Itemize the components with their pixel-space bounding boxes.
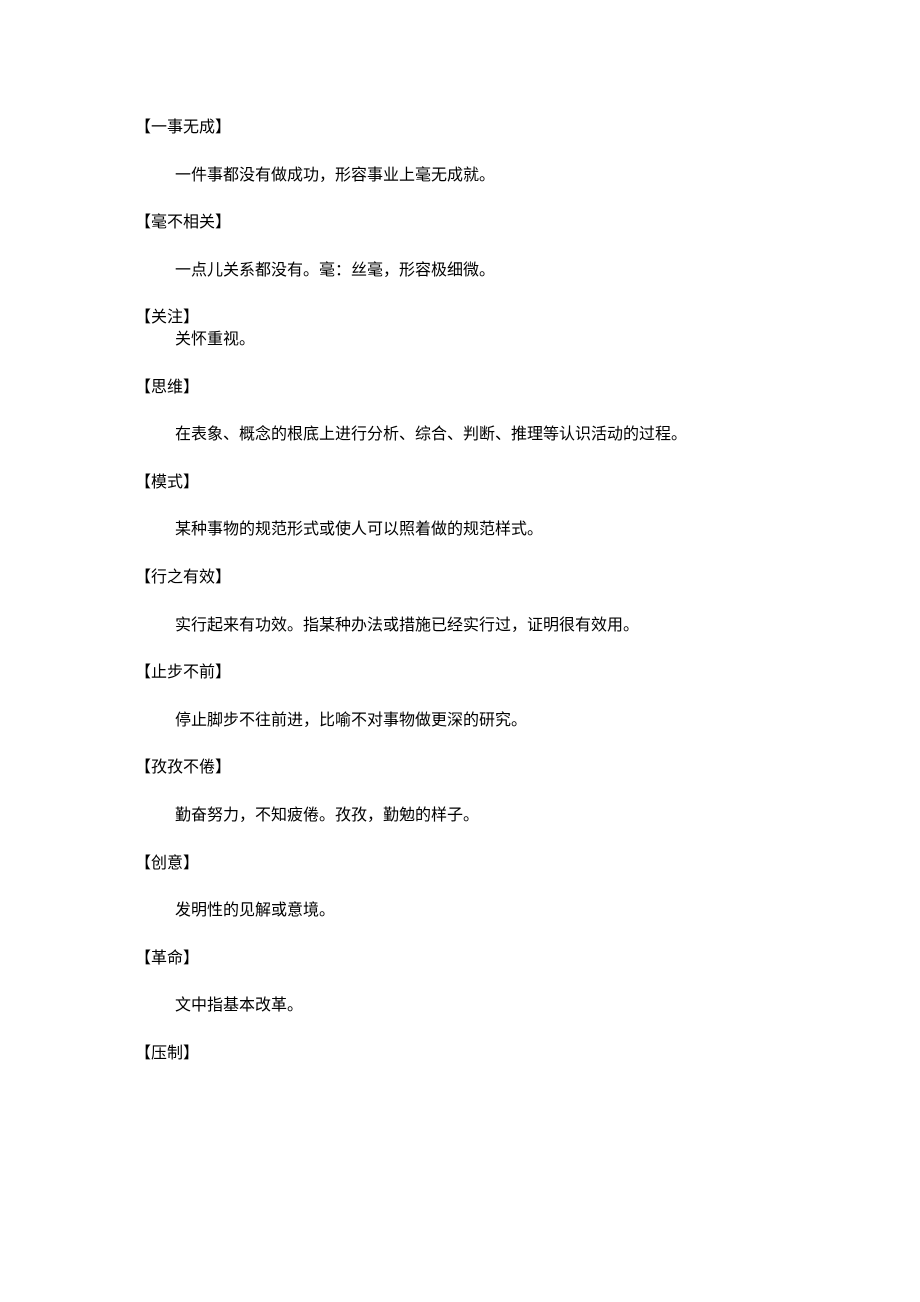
term-definition: 勤奋努力，不知疲倦。孜孜，勤勉的样子。	[135, 803, 785, 829]
term-heading: 【止步不前】	[135, 660, 785, 686]
term-heading: 【模式】	[135, 470, 785, 496]
term-definition: 文中指基本改革。	[135, 993, 785, 1019]
term-heading: 【毫不相关】	[135, 210, 785, 236]
term-definition: 关怀重视。	[135, 327, 785, 353]
term-definition: 发明性的见解或意境。	[135, 898, 785, 924]
term-definition: 一件事都没有做成功，形容事业上毫无成就。	[135, 163, 785, 189]
term-definition: 实行起来有功效。指某种办法或措施已经实行过，证明很有效用。	[135, 613, 785, 639]
document-page: 【一事无成】 一件事都没有做成功，形容事业上毫无成就。 【毫不相关】 一点儿关系…	[0, 0, 920, 1148]
term-definition: 某种事物的规范形式或使人可以照着做的规范样式。	[135, 517, 785, 543]
term-heading: 【革命】	[135, 946, 785, 972]
term-definition: 在表象、概念的根底上进行分析、综合、判断、推理等认识活动的过程。	[135, 422, 785, 448]
term-heading: 【创意】	[135, 851, 785, 877]
term-heading: 【思维】	[135, 375, 785, 401]
term-heading: 【孜孜不倦】	[135, 755, 785, 781]
term-heading: 【一事无成】	[135, 115, 785, 141]
term-heading: 【压制】	[135, 1041, 785, 1067]
term-definition: 一点儿关系都没有。毫：丝毫，形容极细微。	[135, 258, 785, 284]
term-definition: 停止脚步不往前进，比喻不对事物做更深的研究。	[135, 708, 785, 734]
term-heading: 【行之有效】	[135, 565, 785, 591]
